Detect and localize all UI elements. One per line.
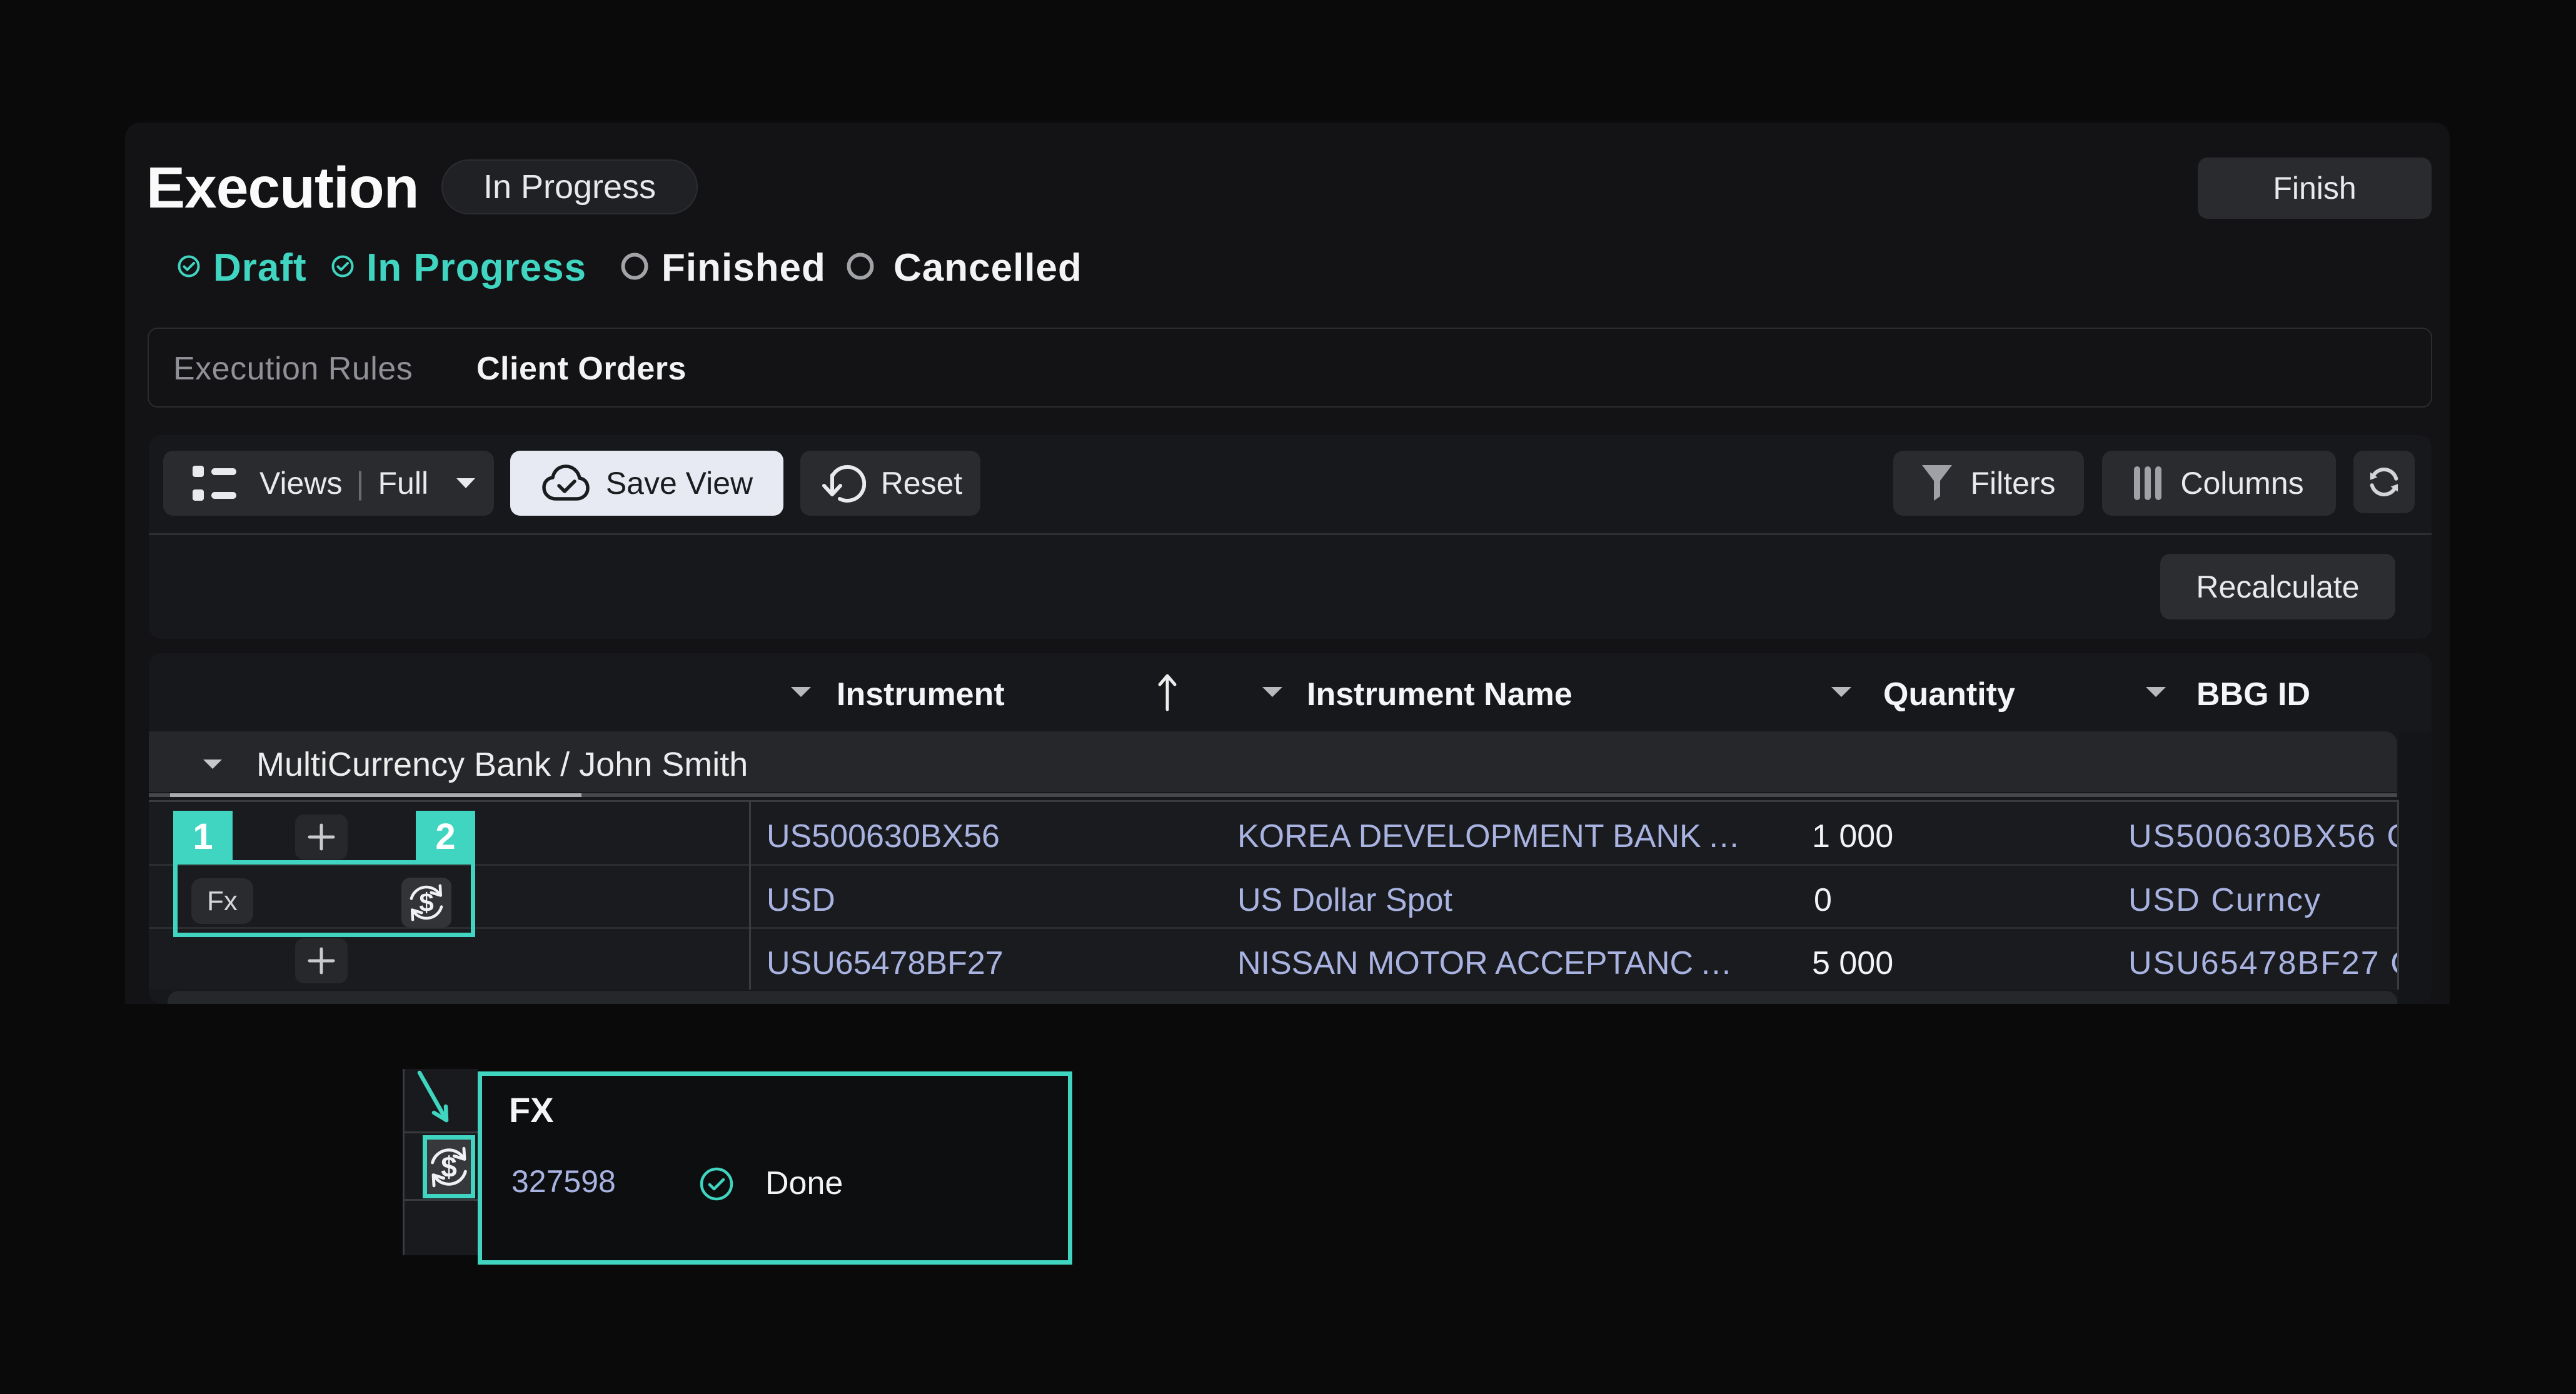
- svg-text:$: $: [441, 1150, 457, 1183]
